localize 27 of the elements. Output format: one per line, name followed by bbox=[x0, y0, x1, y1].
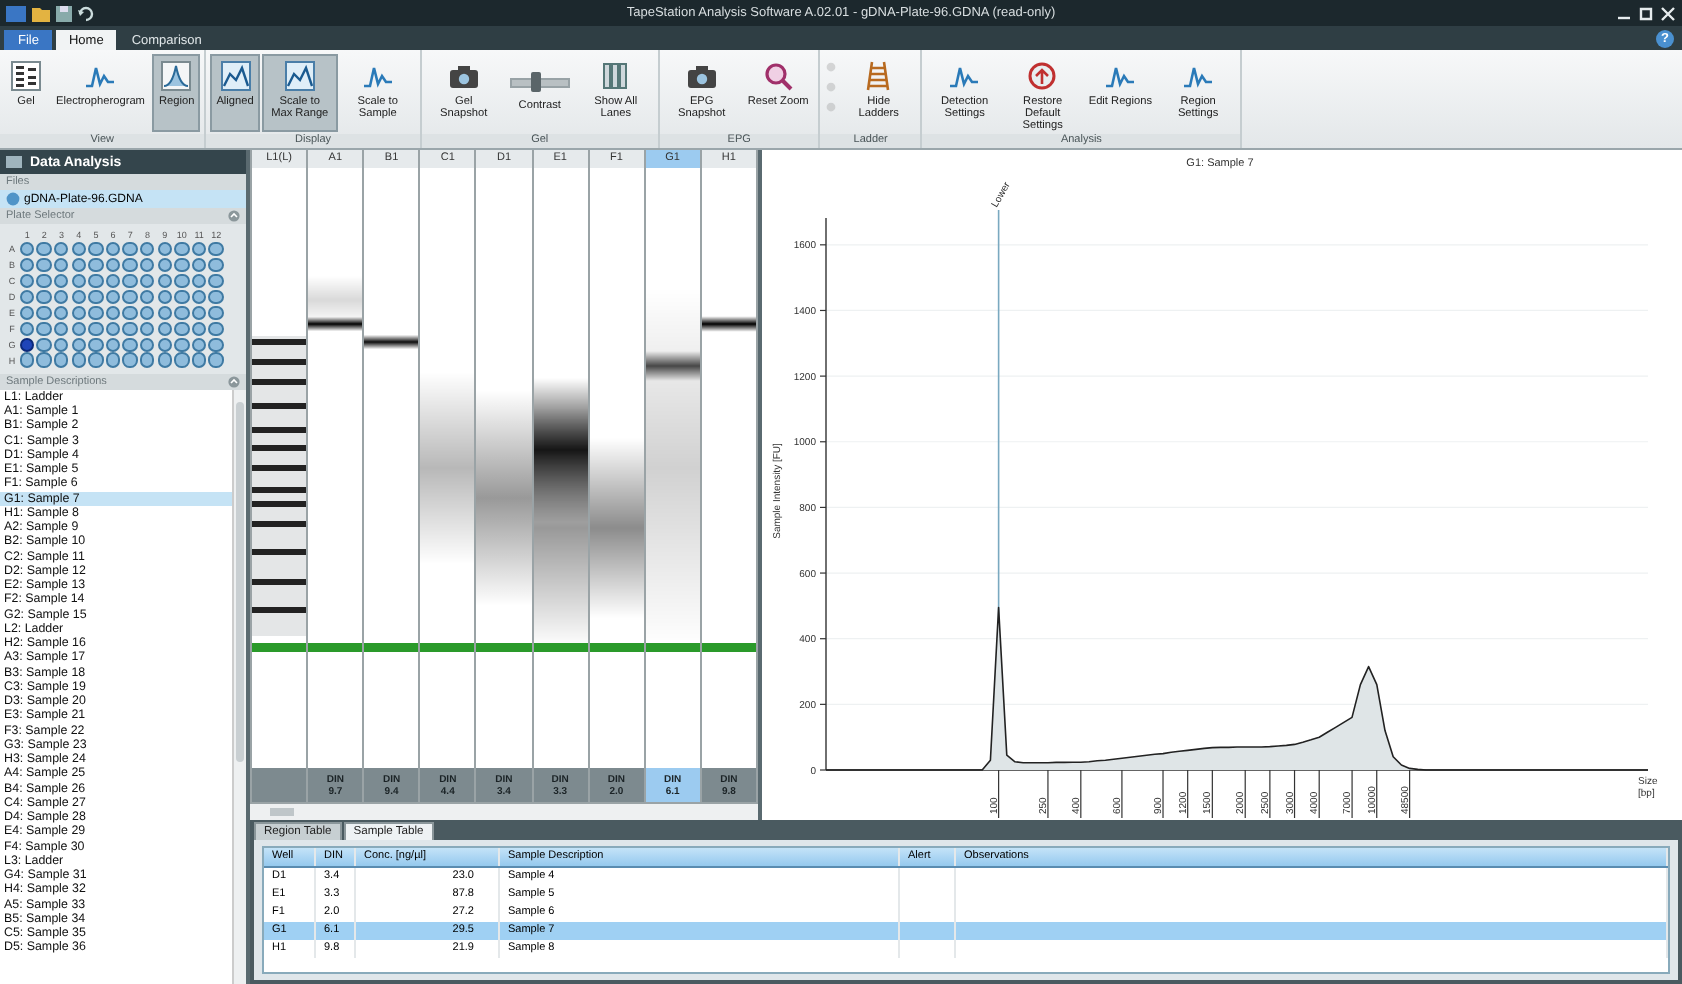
collapse-icon[interactable] bbox=[228, 210, 240, 222]
scaled-chart-icon bbox=[283, 60, 316, 92]
camera-icon bbox=[447, 60, 480, 92]
folder-icon[interactable] bbox=[32, 5, 50, 21]
maximize-button[interactable] bbox=[1638, 5, 1654, 21]
close-button[interactable] bbox=[1660, 5, 1676, 21]
peak-chart-icon bbox=[160, 60, 193, 92]
close-icon bbox=[1660, 5, 1676, 21]
contrast-slider[interactable] bbox=[509, 78, 570, 88]
ladder-icon bbox=[862, 60, 895, 92]
app-logo-icon bbox=[6, 5, 26, 21]
lanes-icon bbox=[599, 60, 632, 92]
gel-bands-icon bbox=[10, 60, 42, 92]
save-icon[interactable] bbox=[56, 5, 72, 21]
scaled-chart-icon bbox=[219, 60, 252, 92]
plate-well[interactable] bbox=[19, 337, 35, 352]
scrollbar[interactable] bbox=[250, 804, 758, 820]
restore-icon bbox=[1026, 60, 1059, 92]
scrollbar[interactable] bbox=[232, 389, 246, 984]
magnifier-icon bbox=[762, 60, 795, 92]
collapse-icon[interactable] bbox=[228, 375, 240, 388]
maximize-icon bbox=[1638, 5, 1654, 21]
slider-thumb[interactable] bbox=[531, 72, 542, 92]
file-icon bbox=[6, 192, 20, 206]
panel-icon bbox=[6, 154, 22, 170]
camera-icon bbox=[685, 60, 718, 92]
undo-icon[interactable] bbox=[78, 5, 94, 21]
